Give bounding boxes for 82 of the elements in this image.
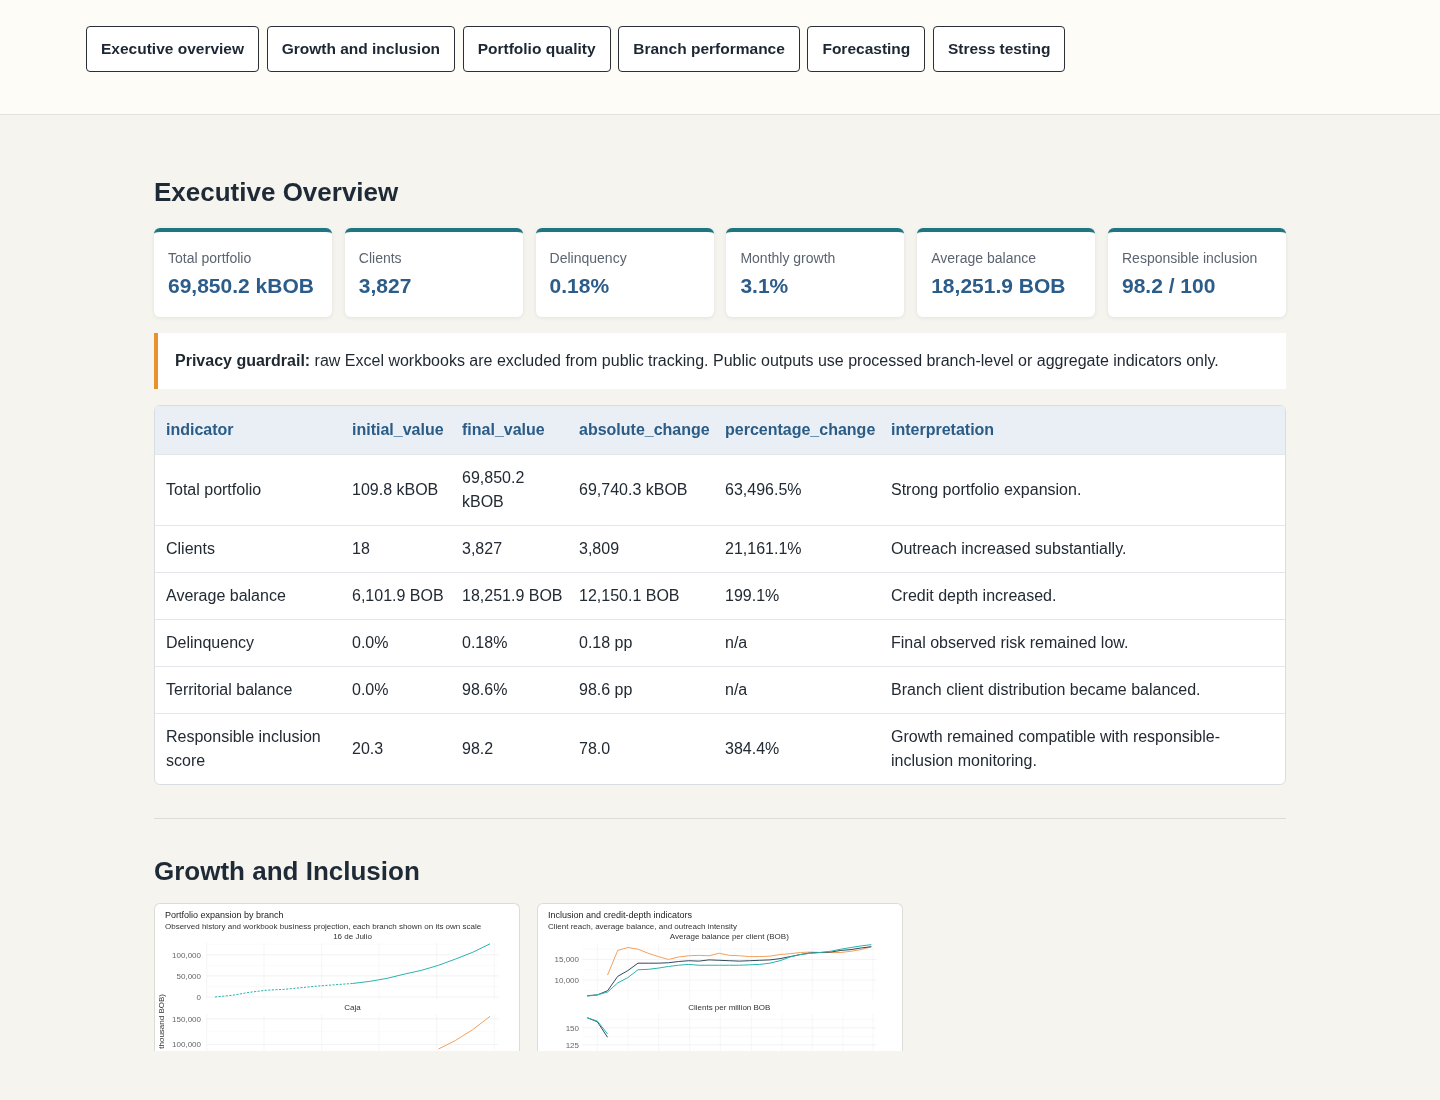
table-cell: Average balance: [155, 572, 341, 620]
kpi-value: 0.18%: [549, 273, 610, 299]
table-cell: 98.6 pp: [568, 666, 714, 714]
table-cell: n/a: [714, 666, 880, 714]
table-cell: 0.18 pp: [568, 619, 714, 667]
column-header: interpretation: [880, 406, 1285, 455]
table-cell: 98.2: [451, 713, 568, 784]
axis-tick-label: 125: [565, 1040, 579, 1050]
table-cell: Territorial balance: [155, 666, 341, 714]
axis-tick-label: 10,000: [554, 975, 579, 985]
nav-tab[interactable]: Portfolio quality: [462, 26, 611, 72]
kpi-value: 98.2 / 100: [1122, 273, 1216, 299]
table-cell: Final observed risk remained low.: [880, 619, 1285, 667]
panel-title: Average balance per client (BOB): [669, 932, 789, 941]
axis-label: thousand BOB): [157, 994, 166, 1049]
table-cell: 0.0%: [341, 619, 451, 667]
table-cell: 18: [341, 525, 451, 573]
table-cell: Credit depth increased.: [880, 572, 1285, 620]
nav-tab[interactable]: Executive overview: [86, 26, 260, 72]
table-cell: 69,740.3 kBOB: [568, 454, 714, 526]
kpi-value: 18,251.9 BOB: [931, 273, 1066, 299]
table-cell: 3,827: [451, 525, 568, 573]
axis-tick-label: 100,000: [172, 1040, 201, 1050]
kpi-label: Average balance: [931, 250, 1036, 266]
table-cell: Delinquency: [155, 619, 341, 667]
table-cell: 63,496.5%: [714, 454, 880, 526]
panel-title: Clients per million BOB: [688, 1003, 771, 1012]
axis-tick-label: 50,000: [176, 971, 201, 981]
table-cell: 3,809: [568, 525, 714, 573]
nav-tab[interactable]: Branch performance: [618, 26, 800, 72]
axis-tick-label: 0: [196, 992, 201, 1002]
table-cell: Total portfolio: [155, 454, 341, 526]
kpi-label: Clients: [358, 250, 402, 266]
table-cell: 109.8 kBOB: [341, 454, 451, 526]
table-cell: Growth remained compatible with responsible-inclusion monitoring.: [880, 713, 1285, 784]
table-cell: 21,161.1%: [714, 525, 880, 573]
table-cell: 98.6%: [451, 666, 568, 714]
table-cell: Strong portfolio expansion.: [880, 454, 1285, 526]
line-series: [437, 1015, 491, 1050]
table-cell: 0.18%: [451, 619, 568, 667]
axis-tick-label: 15,000: [554, 955, 579, 965]
axis-tick-label: 150: [565, 1023, 579, 1033]
table-cell: Branch client distribution became balanced.: [880, 666, 1285, 714]
table-cell: 384.4%: [714, 713, 880, 784]
table-cell: 78.0: [568, 713, 714, 784]
panel-title: Caja: [344, 1003, 361, 1012]
kpi-label: Monthly growth: [740, 250, 836, 266]
privacy-notice: Privacy guardrail: raw Excel workbooks are excluded from public tracking. Public outputs use processed branch-level or aggregate indicators only.: [154, 333, 1286, 389]
column-header: final_value: [451, 406, 568, 455]
chart-subtitle: Observed history and workbook business projection, each branch shown on its own scale: [165, 921, 482, 931]
table-cell: n/a: [714, 619, 880, 667]
table-cell: 0.0%: [341, 666, 451, 714]
kpi-value: 3.1%: [740, 273, 789, 299]
section-heading: Executive Overview: [154, 177, 400, 208]
table-cell: Responsible inclusion score: [155, 713, 341, 784]
table-cell: 18,251.9 BOB: [451, 572, 568, 620]
kpi-value: 69,850.2 kBOB: [168, 273, 314, 299]
table-cell: 69,850.2 kBOB: [451, 454, 568, 526]
section-heading: Growth and Inclusion: [154, 856, 421, 887]
kpi-label: Delinquency: [549, 250, 627, 266]
column-header: absolute_change: [568, 406, 714, 455]
chart-title: Inclusion and credit-depth indicators: [548, 909, 693, 920]
table-cell: 6,101.9 BOB: [341, 572, 451, 620]
column-header: percentage_change: [714, 406, 880, 455]
table-cell: Outreach increased substantially.: [880, 525, 1285, 573]
chart-title: Portfolio expansion by branch: [165, 909, 284, 920]
chart-subtitle: Client reach, average balance, and outreach intensity: [548, 921, 737, 931]
kpi-label: Total portfolio: [168, 250, 252, 266]
kpi-label: Responsible inclusion: [1122, 250, 1258, 266]
nav-tab[interactable]: Growth and inclusion: [266, 26, 456, 72]
table-cell: 20.3: [341, 713, 451, 784]
column-header: initial_value: [341, 406, 451, 455]
table-cell: Clients: [155, 525, 341, 573]
table-cell: 199.1%: [714, 572, 880, 620]
axis-tick-label: 150,000: [172, 1014, 201, 1024]
kpi-value: 3,827: [358, 273, 412, 299]
panel-title: 16 de Julio: [333, 932, 372, 941]
axis-tick-label: 100,000: [172, 950, 201, 960]
nav-tab[interactable]: Forecasting: [807, 26, 926, 72]
nav-tab[interactable]: Stress testing: [932, 26, 1066, 72]
column-header: indicator: [155, 406, 341, 455]
table-cell: 12,150.1 BOB: [568, 572, 714, 620]
